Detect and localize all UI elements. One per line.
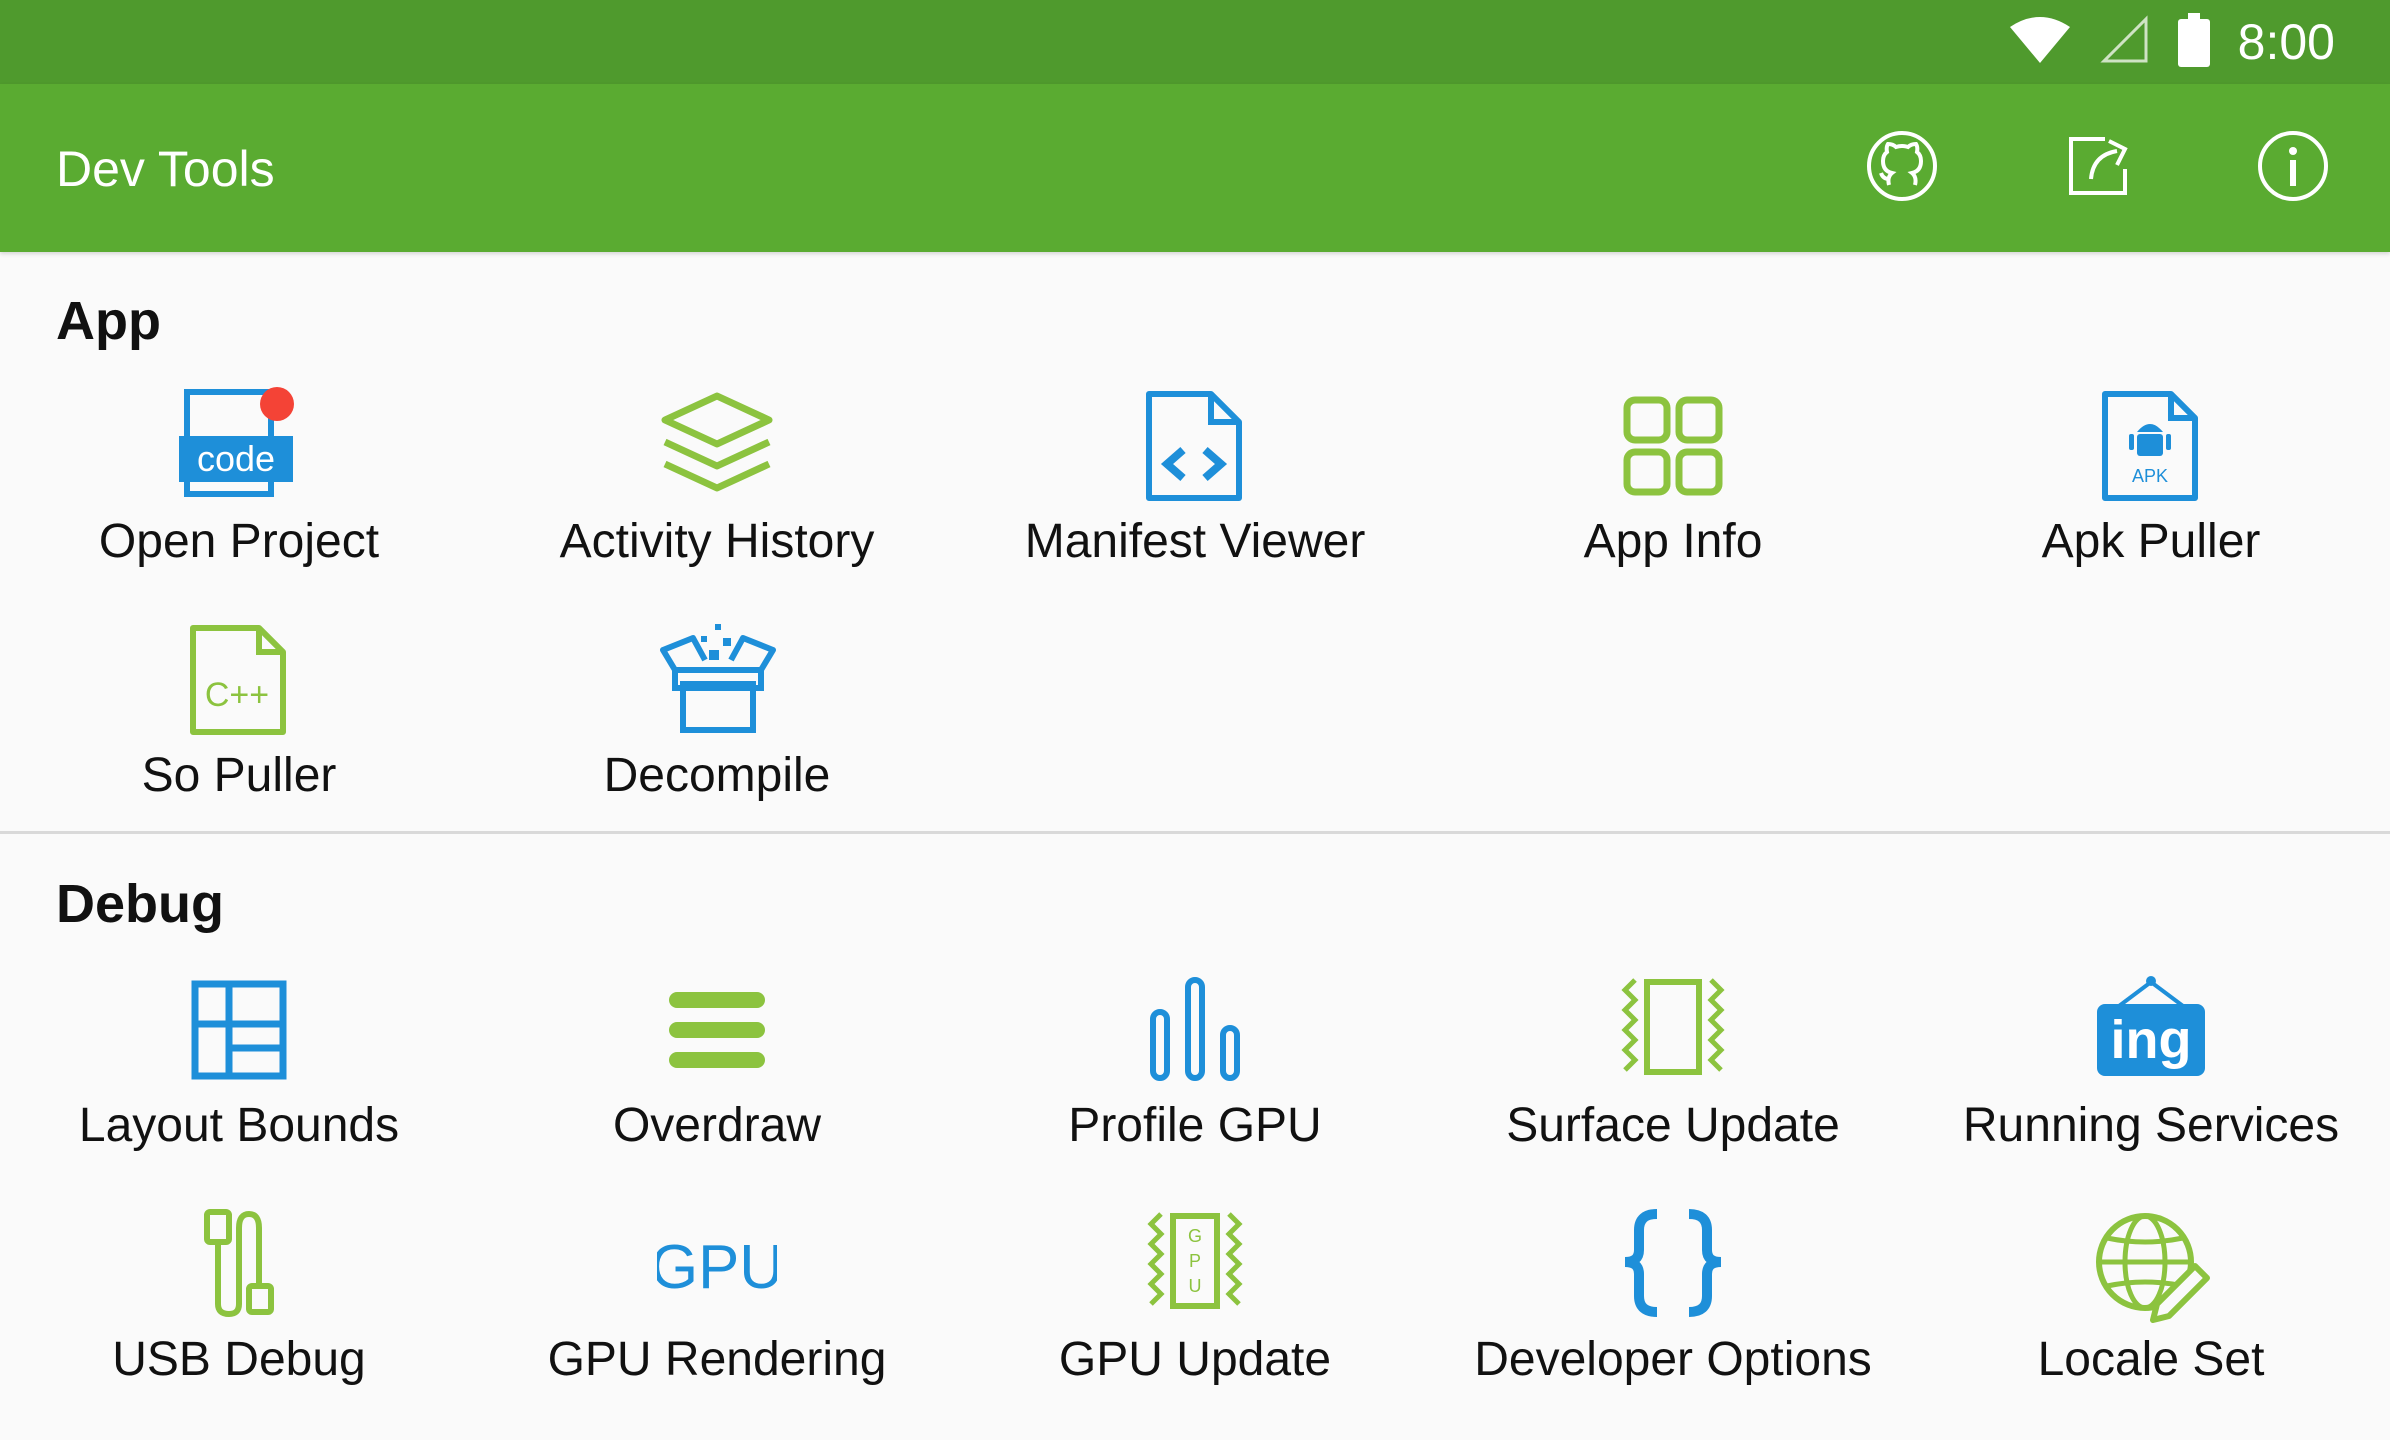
- tile-label: Overdraw: [612, 1099, 822, 1152]
- tile-so-puller[interactable]: C++ So Puller: [0, 620, 478, 850]
- tile-decompile[interactable]: Decompile: [478, 620, 956, 850]
- tile-label: Layout Bounds: [78, 1099, 400, 1152]
- tile-label: Activity History: [559, 515, 875, 568]
- status-bar: 8:00: [0, 0, 2390, 84]
- tile-label: Manifest Viewer: [1024, 515, 1366, 568]
- svg-text:P: P: [1189, 1251, 1201, 1271]
- tile-app-info[interactable]: App Info: [1434, 386, 1912, 616]
- tile-label: GPU Rendering: [547, 1333, 887, 1386]
- app-title: Dev Tools: [56, 141, 275, 197]
- tile-usb-debug[interactable]: USB Debug: [0, 1204, 478, 1434]
- tile-label: Developer Options: [1474, 1333, 1872, 1386]
- tile-label: Open Project: [98, 515, 380, 568]
- manifest-file-icon: [1135, 386, 1255, 506]
- open-box-icon: [657, 620, 777, 740]
- tile-label: Profile GPU: [1068, 1099, 1322, 1152]
- tile-layout-bounds[interactable]: Layout Bounds: [0, 970, 478, 1200]
- tile-label: App Info: [1583, 515, 1763, 568]
- tile-apk-puller[interactable]: APK Apk Puller: [1912, 386, 2390, 616]
- gpu-update-icon: G P U: [1135, 1204, 1255, 1324]
- info-button[interactable]: [2253, 128, 2333, 208]
- apk-icon-text: APK: [2132, 466, 2168, 486]
- battery-icon: [2177, 12, 2210, 72]
- tile-activity-history[interactable]: Activity History: [478, 386, 956, 616]
- layers-icon: [657, 386, 777, 506]
- bar-chart-icon: [1135, 970, 1255, 1090]
- tile-label: Running Services: [1962, 1099, 2340, 1152]
- signal-icon: [2100, 14, 2150, 70]
- wifi-icon: [2008, 15, 2072, 70]
- share-button[interactable]: [2058, 128, 2138, 208]
- code-icon-text: code: [197, 438, 275, 479]
- overdraw-icon: [657, 970, 777, 1090]
- gpu-icon-text: GPU: [657, 1233, 777, 1302]
- tile-running-services[interactable]: ing Running Services: [1912, 970, 2390, 1200]
- svg-text:G: G: [1188, 1226, 1202, 1246]
- cpp-icon-text: C++: [205, 676, 269, 714]
- github-icon: [1865, 129, 1939, 208]
- cpp-file-icon: C++: [179, 620, 299, 740]
- code-file-icon: code: [179, 386, 299, 506]
- globe-edit-icon: [2091, 1204, 2211, 1324]
- share-icon: [2061, 129, 2135, 208]
- grid-icon: [1613, 386, 1733, 506]
- tile-profile-gpu[interactable]: Profile GPU: [956, 970, 1434, 1200]
- info-icon: [2256, 129, 2330, 208]
- tile-gpu-update[interactable]: G P U GPU Update: [956, 1204, 1434, 1434]
- github-button[interactable]: [1862, 128, 1942, 208]
- tile-developer-options[interactable]: Developer Options: [1434, 1204, 1912, 1434]
- tile-label: USB Debug: [112, 1333, 366, 1386]
- apk-file-icon: APK: [2091, 386, 2211, 506]
- tile-surface-update[interactable]: Surface Update: [1434, 970, 1912, 1200]
- tile-open-project[interactable]: code Open Project: [0, 386, 478, 616]
- app-bar: Dev Tools: [0, 84, 2390, 252]
- ing-icon-text: ing: [2111, 1010, 2192, 1070]
- section-title-app: App: [56, 291, 161, 351]
- status-time: 8:00: [2237, 14, 2335, 70]
- tile-locale-set[interactable]: Locale Set: [1912, 1204, 2390, 1434]
- tile-gpu-rendering[interactable]: GPU GPU Rendering: [478, 1204, 956, 1434]
- tile-label: GPU Update: [1058, 1333, 1332, 1386]
- section-divider: [0, 831, 2390, 834]
- ing-sign-icon: ing: [2091, 970, 2211, 1090]
- gpu-text-icon: GPU: [657, 1204, 777, 1324]
- tile-label: Locale Set: [2037, 1333, 2265, 1386]
- braces-icon: [1613, 1204, 1733, 1324]
- notification-badge: [260, 387, 294, 421]
- layout-bounds-icon: [179, 970, 299, 1090]
- tile-label: Apk Puller: [2041, 515, 2261, 568]
- svg-text:U: U: [1189, 1276, 1202, 1296]
- tile-label: So Puller: [141, 749, 337, 802]
- tile-manifest-viewer[interactable]: Manifest Viewer: [956, 386, 1434, 616]
- section-title-debug: Debug: [56, 874, 224, 934]
- surface-update-icon: [1613, 970, 1733, 1090]
- usb-cable-icon: [179, 1204, 299, 1324]
- tile-label: Decompile: [603, 749, 831, 802]
- tile-label: Surface Update: [1506, 1099, 1840, 1152]
- tile-overdraw[interactable]: Overdraw: [478, 970, 956, 1200]
